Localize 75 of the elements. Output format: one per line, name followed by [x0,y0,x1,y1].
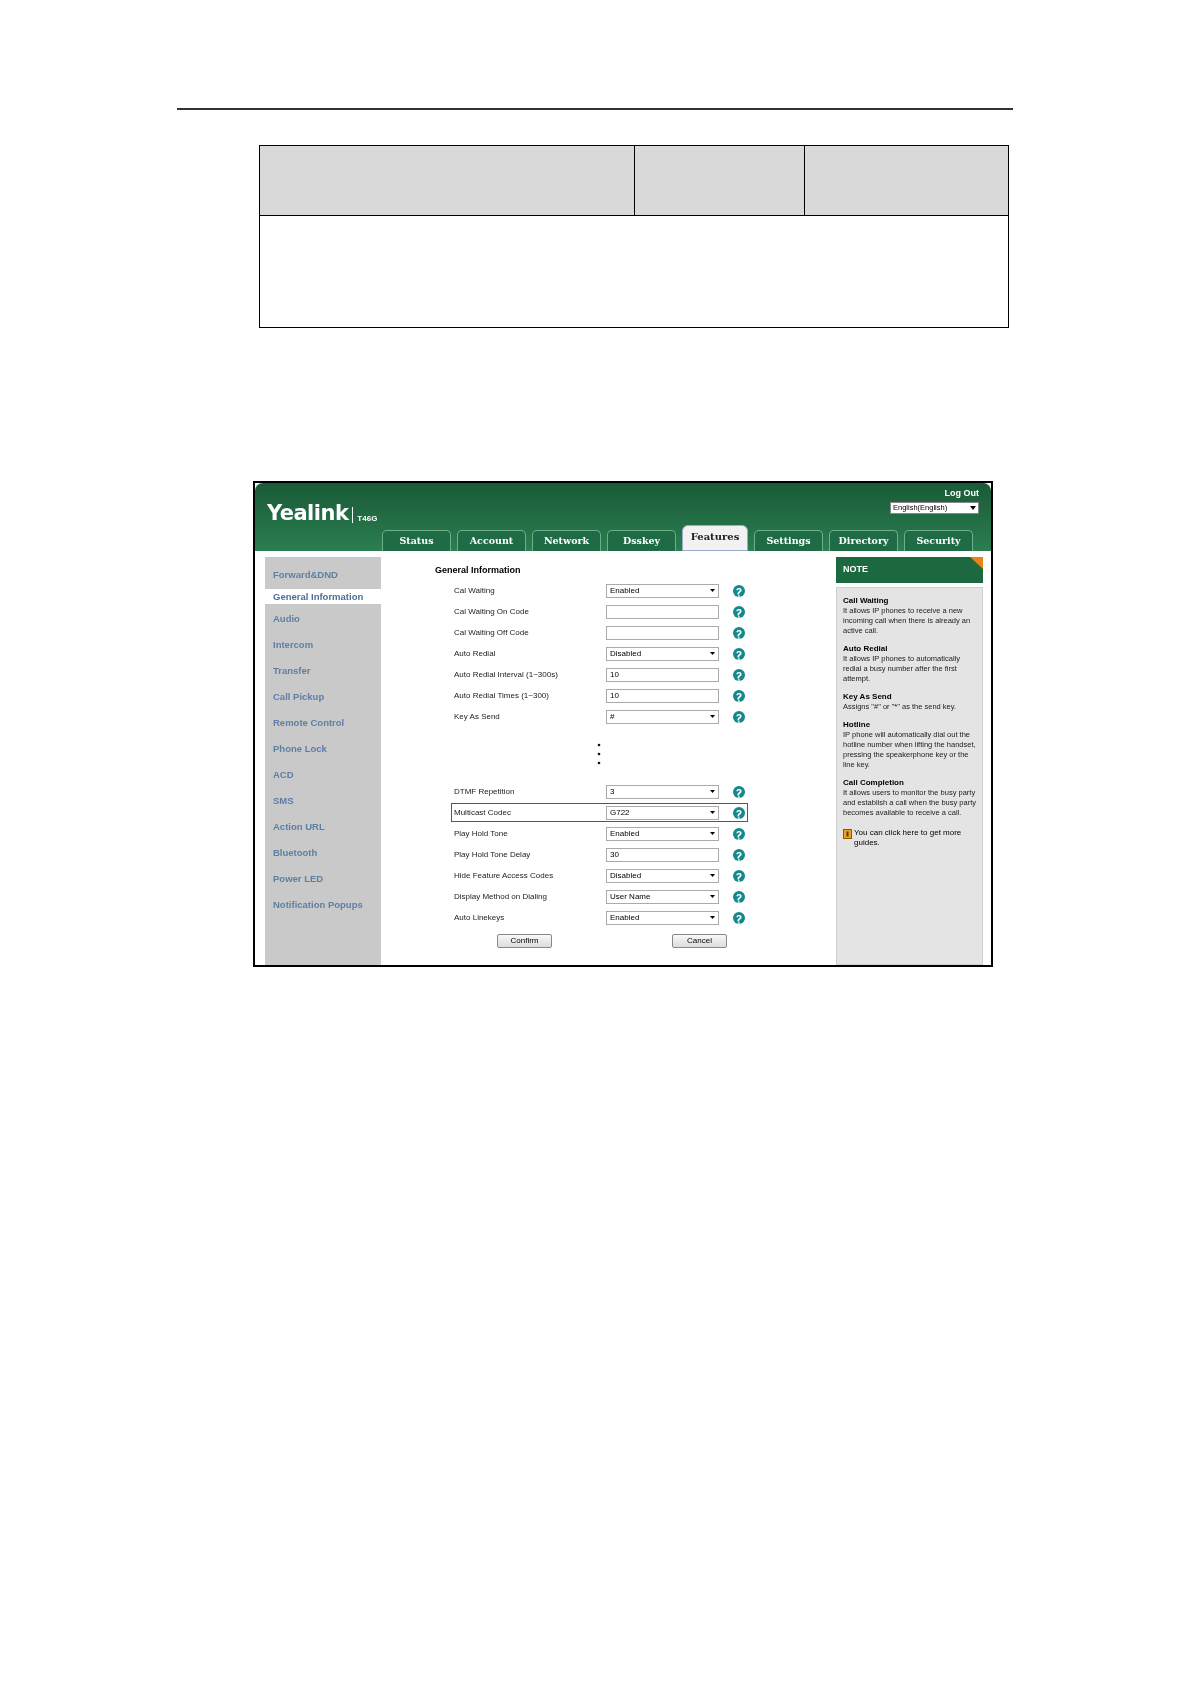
nav-tab[interactable]: Status [382,530,451,551]
caret-icon [710,589,715,592]
form-button[interactable]: Cancel [672,934,727,948]
nav-tab[interactable]: Account [457,530,526,551]
caret-icon [710,895,715,898]
nav-tab[interactable]: Features [682,525,748,551]
help-icon[interactable] [733,869,745,882]
field-label: Key As Send [454,710,501,723]
field-label: Cal Waiting [454,584,496,597]
caret-icon [710,715,715,718]
select-field[interactable]: Enabled [606,583,719,598]
nav-tab[interactable]: Network [532,530,601,551]
help-icon[interactable] [733,806,745,819]
select-field[interactable]: 3 [606,784,719,799]
field-label: Hide Feature Access Codes [454,869,555,882]
help-icon[interactable] [733,911,745,924]
select-field[interactable]: Disabled [606,868,719,883]
note-heading: Auto Redial [843,644,889,654]
select-field[interactable]: G722 [606,805,719,820]
help-icon[interactable] [733,785,745,798]
caret-icon [710,832,715,835]
help-icon[interactable] [733,668,745,681]
input-field[interactable] [606,604,719,619]
caret-icon [710,874,715,877]
logout-link[interactable]: Log Out [944,487,979,501]
note-heading: Key As Send [843,692,893,702]
input-field[interactable] [606,625,719,640]
form-button[interactable]: Confirm [497,934,552,948]
help-icon[interactable] [733,890,745,903]
field-label: Cal Waiting On Code [454,605,530,618]
note-heading: Hotline [843,720,872,730]
help-icon[interactable] [733,584,745,597]
guide-link[interactable]: You can click here to get more guides. [854,828,976,848]
help-icon[interactable] [733,689,745,702]
note-title: NOTE [843,563,868,577]
caret-icon [970,506,976,510]
field-label: DTMF Repetition [454,785,516,798]
nav-tab[interactable]: Dsskey [607,530,676,551]
field-label: Auto Redial Interval (1~300s) [454,668,559,681]
help-icon[interactable] [733,626,745,639]
nav-tab[interactable]: Security [904,530,973,551]
input-field[interactable]: 10 [606,688,719,703]
field-label: Auto Redial [454,647,497,660]
field-label: Play Hold Tone [454,827,509,840]
select-field[interactable]: Enabled [606,826,719,841]
note-heading: Call Waiting [843,596,890,606]
help-icon[interactable] [733,710,745,723]
input-field[interactable]: 30 [606,847,719,862]
nav-tab[interactable]: Directory [829,530,898,551]
caret-icon [710,652,715,655]
select-field[interactable]: # [606,709,719,724]
help-icon[interactable] [733,848,745,861]
select-field[interactable]: Disabled [606,646,719,661]
input-field[interactable]: 10 [606,667,719,682]
model-label: T46G [357,515,378,523]
note-heading: Call Completion [843,778,905,788]
help-icon[interactable] [733,827,745,840]
logo: Yealink [267,503,349,524]
field-label: Auto Linekeys [454,911,506,924]
caret-icon [710,916,715,919]
corner-fold-icon [970,557,983,569]
field-label: Play Hold Tone Delay [454,848,532,861]
help-icon[interactable] [733,647,745,660]
select-field[interactable]: Enabled [606,910,719,925]
field-label: Auto Redial Times (1~300) [454,689,550,702]
nav-tab[interactable]: Settings [754,530,823,551]
section-title: General Information [435,564,522,577]
help-icon[interactable] [733,605,745,618]
field-label: Multicast Codec [454,806,512,819]
guide-icon[interactable] [843,829,852,839]
select-field[interactable]: User Name [606,889,719,904]
field-label: Display Method on Dialing [454,890,548,903]
caret-icon [710,811,715,814]
field-label: Cal Waiting Off Code [454,626,530,639]
caret-icon [710,790,715,793]
